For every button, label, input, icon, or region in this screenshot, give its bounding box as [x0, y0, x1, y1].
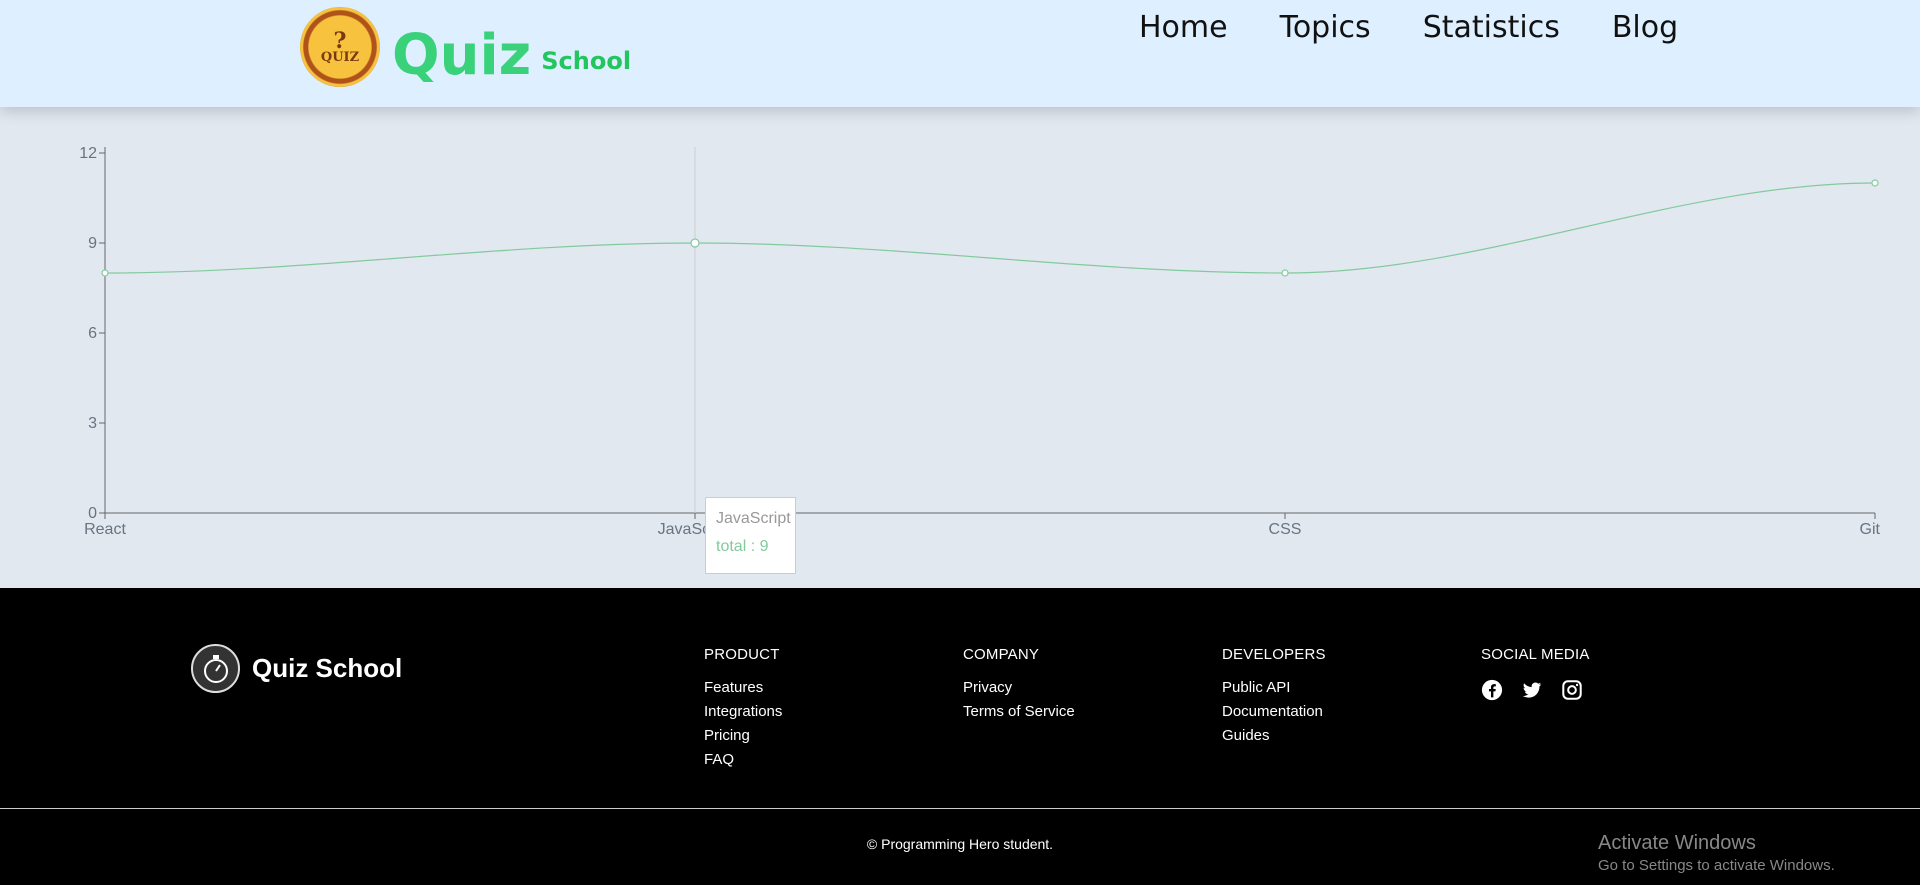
x-tick-label: CSS: [1269, 521, 1302, 538]
x-tick-label: React: [84, 521, 126, 538]
nav-statistics[interactable]: Statistics: [1423, 10, 1560, 45]
footer-link-privacy[interactable]: Privacy: [963, 679, 1075, 696]
footer-divider: [0, 808, 1920, 809]
footer-col-product: PRODUCT Features Integrations Pricing FA…: [704, 646, 782, 775]
logo-link[interactable]: ? QUIZ Quiz School: [300, 7, 631, 87]
logo-question-mark: ?: [333, 27, 347, 54]
footer-col-title: DEVELOPERS: [1222, 646, 1326, 663]
footer-link-terms[interactable]: Terms of Service: [963, 703, 1075, 720]
footer-link-features[interactable]: Features: [704, 679, 782, 696]
footer-col-title: SOCIAL MEDIA: [1481, 646, 1590, 663]
facebook-icon[interactable]: [1481, 679, 1505, 703]
windows-activation-watermark: Activate Windows Go to Settings to activ…: [1598, 832, 1835, 874]
footer-col-company: COMPANY Privacy Terms of Service: [963, 646, 1075, 727]
tooltip-label: JavaScript: [716, 510, 791, 527]
quiz-logo-icon: ? QUIZ: [300, 7, 380, 87]
footer-brand: Quiz School: [252, 653, 403, 683]
instagram-icon[interactable]: [1561, 679, 1585, 703]
x-tick-label: Git: [1860, 521, 1881, 538]
twitter-icon[interactable]: [1521, 679, 1545, 703]
footer-link-integrations[interactable]: Integrations: [704, 703, 782, 720]
y-tick-label: 9: [88, 235, 97, 252]
data-point: [1871, 179, 1879, 187]
statistics-chart: 0 3 6 9 12 React JavaScript CSS Git JavaScript t…: [0, 107, 1920, 588]
series-line-total: [104, 182, 1876, 274]
y-tick-label: 3: [88, 415, 97, 432]
nav-blog[interactable]: Blog: [1612, 10, 1678, 45]
footer-link-documentation[interactable]: Documentation: [1222, 703, 1326, 720]
chart-tooltip: JavaScript total : 9: [705, 497, 796, 574]
footer-col-title: COMPANY: [963, 646, 1040, 663]
watermark-subtitle: Go to Settings to activate Windows.: [1598, 857, 1835, 874]
brand-subtitle: School: [541, 47, 632, 75]
social-icons: [1481, 679, 1601, 703]
footer-logo[interactable]: Quiz School: [191, 644, 402, 693]
line-chart-svg: 0 3 6 9 12 React JavaScript CSS Git: [79, 145, 1881, 538]
footer-link-pricing[interactable]: Pricing: [704, 727, 782, 744]
footer-link-guides[interactable]: Guides: [1222, 727, 1326, 744]
y-tick-label: 12: [79, 145, 97, 162]
nav-home[interactable]: Home: [1139, 10, 1228, 45]
footer-col-developers: DEVELOPERS Public API Documentation Guid…: [1222, 646, 1326, 751]
footer-link-faq[interactable]: FAQ: [704, 751, 782, 768]
footer-col-social: SOCIAL MEDIA: [1481, 646, 1601, 703]
watermark-title: Activate Windows: [1598, 832, 1756, 854]
y-tick-label: 6: [88, 325, 97, 342]
site-footer: Quiz School PRODUCT Features Integration…: [0, 588, 1920, 885]
data-point: [690, 238, 700, 248]
stopwatch-icon: [191, 644, 240, 693]
nav-topics[interactable]: Topics: [1280, 10, 1371, 45]
tooltip-value: total : 9: [716, 538, 769, 555]
site-header: ? QUIZ Quiz School Home Topics Statistic…: [0, 0, 1920, 107]
data-point: [101, 269, 109, 277]
brand-title: Quiz: [392, 23, 532, 88]
data-point: [1281, 269, 1289, 277]
y-tick-label: 0: [88, 505, 97, 522]
logo-text: QUIZ: [320, 49, 360, 65]
footer-col-title: PRODUCT: [704, 646, 780, 663]
main-nav: Home Topics Statistics Blog: [1139, 10, 1730, 45]
footer-link-public-api[interactable]: Public API: [1222, 679, 1326, 696]
